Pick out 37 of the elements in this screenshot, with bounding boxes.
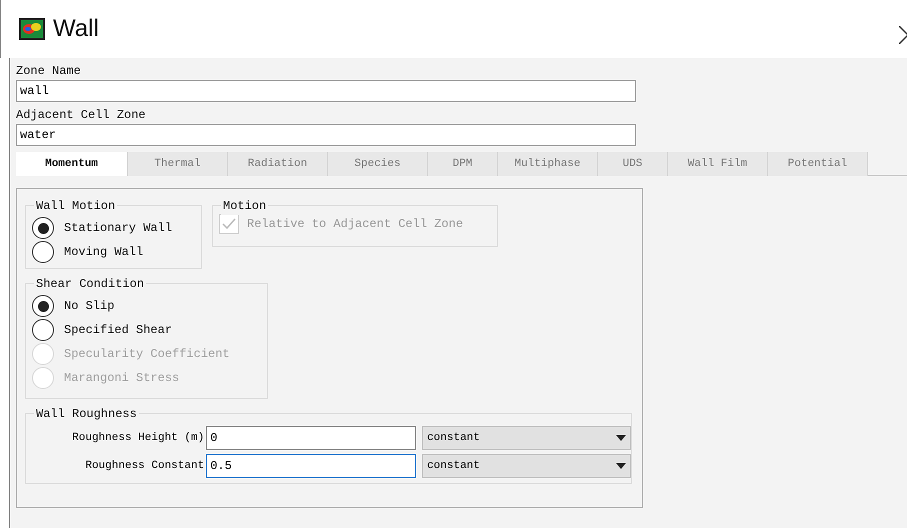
radio-label: Moving Wall [64, 244, 144, 261]
tab[interactable]: Wall Film [668, 152, 768, 176]
radio-label: No Slip [64, 298, 114, 315]
close-icon[interactable] [899, 26, 907, 44]
window-title: Wall [53, 14, 99, 44]
tab[interactable]: Thermal [128, 152, 228, 176]
tab[interactable]: UDS [598, 152, 668, 176]
zone-name-field[interactable]: wall [16, 80, 636, 102]
roughness-field[interactable]: 0.5 [206, 454, 416, 478]
method-dropdown[interactable]: constant [422, 454, 631, 478]
tab[interactable]: DPM [428, 152, 498, 176]
radio-label: Marangoni Stress [64, 370, 180, 387]
check-icon [222, 218, 236, 230]
field-label: Roughness Constant [84, 458, 206, 474]
adjacent-cell-zone-field[interactable]: water [16, 124, 636, 146]
app-icon [19, 18, 45, 40]
radio-label: Specified Shear [64, 322, 172, 339]
field-label: Zone Name [16, 63, 82, 80]
roughness-field[interactable]: 0 [206, 426, 416, 450]
tab[interactable]: Momentum [16, 152, 128, 176]
tab[interactable]: Radiation [228, 152, 328, 176]
method-dropdown[interactable]: constant [422, 426, 631, 450]
field-label: Roughness Height (m) [71, 430, 206, 446]
group-title: Motion [221, 197, 268, 215]
radio-label: Stationary Wall [64, 220, 172, 237]
dropdown-arrow-icon [616, 463, 626, 469]
radio-button[interactable] [32, 295, 54, 317]
checkbox-label: Relative to Adjacent Cell Zone [247, 216, 464, 233]
radio-button[interactable] [32, 319, 54, 341]
tab[interactable]: Multiphase [498, 152, 598, 176]
tab[interactable]: Potential [768, 152, 868, 176]
tab[interactable]: Species [328, 152, 428, 176]
radio-label: Specularity Coefficient [64, 346, 230, 363]
radio-button[interactable] [32, 217, 54, 239]
dropdown-arrow-icon [616, 435, 626, 441]
radio-button[interactable] [32, 241, 54, 263]
field-label: Adjacent Cell Zone [16, 107, 147, 124]
